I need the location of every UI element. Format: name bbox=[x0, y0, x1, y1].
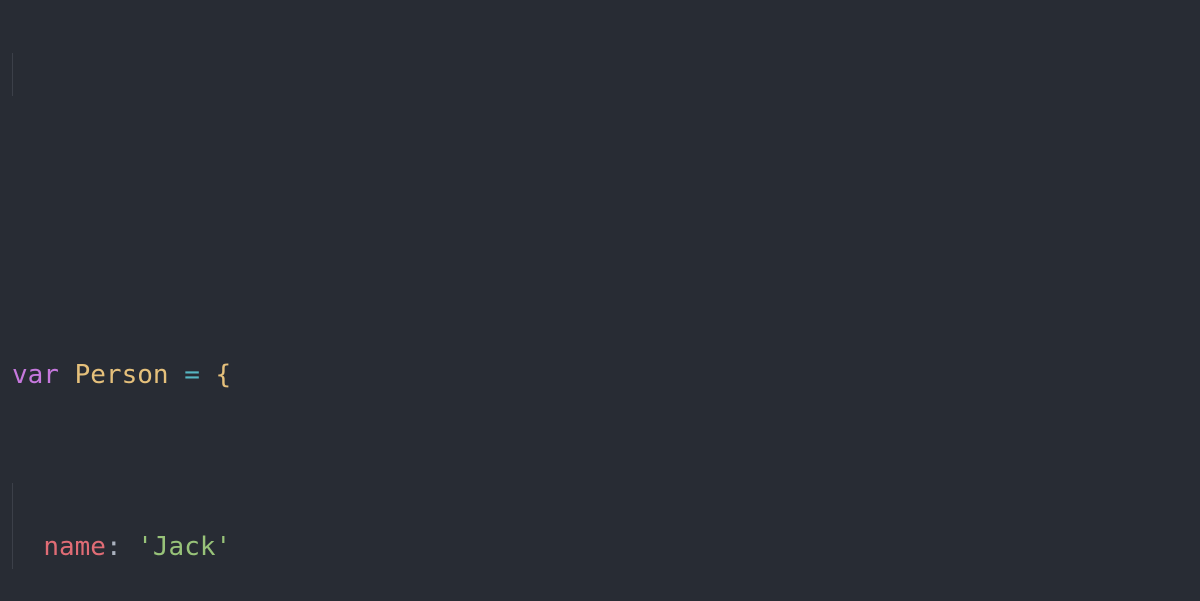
code-editor[interactable]: var Person = { name: 'Jack' } Object.sea… bbox=[0, 0, 1200, 601]
brace: { bbox=[216, 360, 232, 390]
indent-guide bbox=[12, 53, 13, 96]
variable: Person bbox=[75, 360, 169, 390]
operator: = bbox=[184, 360, 200, 390]
property: name bbox=[43, 532, 106, 562]
code-line: var Person = { bbox=[12, 354, 1200, 397]
code-line: name: 'Jack' bbox=[12, 526, 1200, 569]
colon: : bbox=[106, 532, 122, 562]
keyword: var bbox=[12, 360, 59, 390]
string: 'Jack' bbox=[137, 532, 231, 562]
